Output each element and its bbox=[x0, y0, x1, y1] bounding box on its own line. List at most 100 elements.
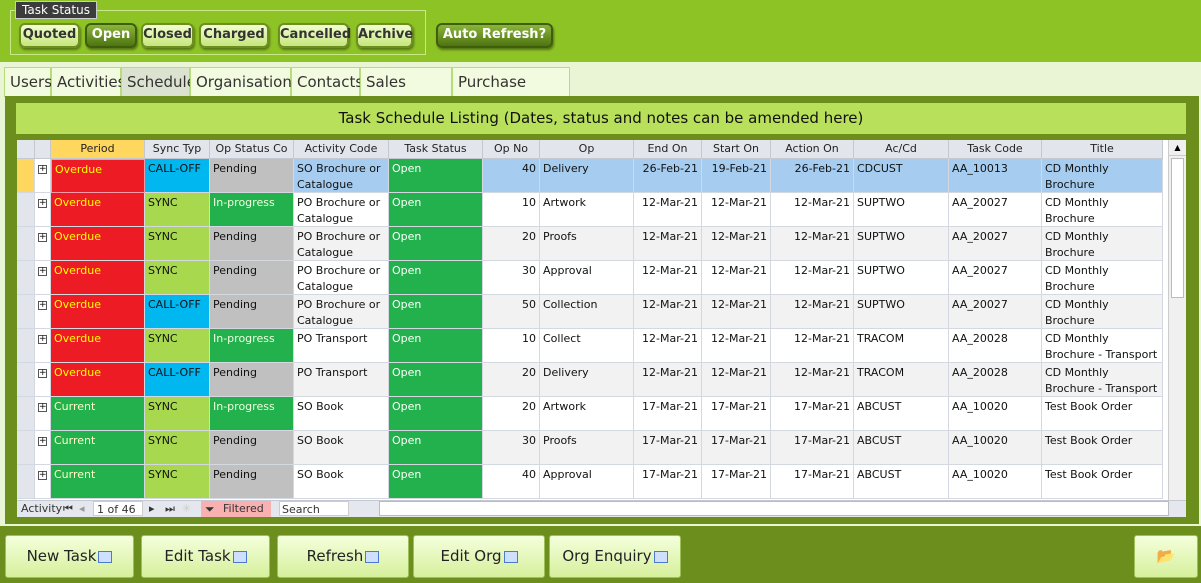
plus-icon[interactable]: + bbox=[38, 471, 47, 480]
cell-period[interactable]: Current bbox=[51, 397, 145, 431]
cell-op-status-co[interactable]: In-progress bbox=[210, 193, 294, 227]
next-record-icon[interactable]: ▸ bbox=[149, 501, 155, 517]
cell-action-on[interactable]: 12-Mar-21 bbox=[771, 227, 854, 261]
cell-op-status-co[interactable]: In-progress bbox=[210, 397, 294, 431]
select-all-corner[interactable] bbox=[17, 140, 35, 159]
column-header-title[interactable]: Title bbox=[1042, 140, 1163, 159]
new-task-button[interactable]: New Task bbox=[5, 535, 134, 578]
open-folder-button[interactable]: 📂 bbox=[1134, 535, 1198, 578]
scroll-thumb[interactable] bbox=[1171, 158, 1184, 298]
cell-period[interactable]: Overdue bbox=[51, 295, 145, 329]
cell-op-status-co[interactable]: Pending bbox=[210, 159, 294, 193]
row-selector[interactable] bbox=[17, 159, 35, 193]
cell-end-on[interactable]: 12-Mar-21 bbox=[634, 261, 702, 295]
cell-start-on[interactable]: 12-Mar-21 bbox=[702, 329, 771, 363]
edit-org-button[interactable]: Edit Org bbox=[413, 535, 545, 578]
expand-row[interactable]: + bbox=[35, 465, 51, 499]
plus-icon[interactable]: + bbox=[38, 267, 47, 276]
cell-period[interactable]: Overdue bbox=[51, 227, 145, 261]
cell-op-status-co[interactable]: Pending bbox=[210, 465, 294, 499]
column-header-activity-code[interactable]: Activity Code bbox=[294, 140, 389, 159]
cell-action-on[interactable]: 26-Feb-21 bbox=[771, 159, 854, 193]
expand-row[interactable]: + bbox=[35, 363, 51, 397]
column-header-op-no[interactable]: Op No bbox=[483, 140, 540, 159]
new-record-icon[interactable]: ✳ bbox=[182, 501, 191, 517]
cell-op-status-co[interactable]: Pending bbox=[210, 227, 294, 261]
column-header-sync-typ[interactable]: Sync Typ bbox=[145, 140, 210, 159]
cell-period[interactable]: Overdue bbox=[51, 193, 145, 227]
cell-start-on[interactable]: 12-Mar-21 bbox=[702, 227, 771, 261]
status-button-cancelled[interactable]: Cancelled bbox=[278, 23, 351, 48]
plus-icon[interactable]: + bbox=[38, 165, 47, 174]
cell-start-on[interactable]: 17-Mar-21 bbox=[702, 397, 771, 431]
cell-period[interactable]: Overdue bbox=[51, 329, 145, 363]
cell-op-status-co[interactable]: Pending bbox=[210, 363, 294, 397]
row-selector[interactable] bbox=[17, 193, 35, 227]
column-header-end-on[interactable]: End On bbox=[634, 140, 702, 159]
cell-start-on[interactable]: 17-Mar-21 bbox=[702, 465, 771, 499]
cell-end-on[interactable]: 17-Mar-21 bbox=[634, 431, 702, 465]
cell-start-on[interactable]: 17-Mar-21 bbox=[702, 431, 771, 465]
scroll-up-icon[interactable]: ▲ bbox=[1169, 140, 1186, 156]
cell-start-on[interactable]: 12-Mar-21 bbox=[702, 261, 771, 295]
plus-icon[interactable]: + bbox=[38, 233, 47, 242]
record-number-input[interactable]: 1 of 46 bbox=[93, 501, 143, 516]
cell-op-status-co[interactable]: In-progress bbox=[210, 329, 294, 363]
tab-activities[interactable]: Activities bbox=[51, 67, 125, 97]
cell-end-on[interactable]: 12-Mar-21 bbox=[634, 193, 702, 227]
org-enquiry-button[interactable]: Org Enquiry bbox=[549, 535, 681, 578]
cell-end-on[interactable]: 12-Mar-21 bbox=[634, 329, 702, 363]
auto-refresh-button[interactable]: Auto Refresh? bbox=[436, 23, 553, 48]
cell-op-status-co[interactable]: Pending bbox=[210, 295, 294, 329]
cell-period[interactable]: Overdue bbox=[51, 159, 145, 193]
cell-action-on[interactable]: 17-Mar-21 bbox=[771, 465, 854, 499]
tab-sales-orders[interactable]: Sales Orders bbox=[360, 67, 452, 119]
row-selector[interactable] bbox=[17, 227, 35, 261]
expand-row[interactable]: + bbox=[35, 159, 51, 193]
cell-period[interactable]: Overdue bbox=[51, 261, 145, 295]
row-selector[interactable] bbox=[17, 397, 35, 431]
cell-op-status-co[interactable]: Pending bbox=[210, 431, 294, 465]
status-button-open[interactable]: Open bbox=[85, 23, 137, 48]
row-selector[interactable] bbox=[17, 329, 35, 363]
row-selector[interactable] bbox=[17, 363, 35, 397]
plus-icon[interactable]: + bbox=[38, 369, 47, 378]
expand-row[interactable]: + bbox=[35, 193, 51, 227]
refresh-button[interactable]: Refresh bbox=[277, 535, 409, 578]
first-record-icon[interactable]: ⏮ bbox=[63, 501, 73, 517]
status-button-archive[interactable]: Archive bbox=[356, 23, 413, 48]
column-header-action-on[interactable]: Action On bbox=[771, 140, 854, 159]
expand-row[interactable]: + bbox=[35, 227, 51, 261]
tab-organisations[interactable]: Organisations bbox=[190, 67, 300, 97]
column-header-period[interactable]: Period bbox=[51, 140, 145, 159]
expand-row[interactable]: + bbox=[35, 295, 51, 329]
cell-action-on[interactable]: 12-Mar-21 bbox=[771, 193, 854, 227]
expand-row[interactable]: + bbox=[35, 261, 51, 295]
cell-end-on[interactable]: 17-Mar-21 bbox=[634, 397, 702, 431]
column-header-start-on[interactable]: Start On bbox=[702, 140, 771, 159]
cell-action-on[interactable]: 12-Mar-21 bbox=[771, 363, 854, 397]
column-header-task-code[interactable]: Task Code bbox=[949, 140, 1042, 159]
plus-icon[interactable]: + bbox=[38, 437, 47, 446]
cell-action-on[interactable]: 12-Mar-21 bbox=[771, 329, 854, 363]
row-selector[interactable] bbox=[17, 431, 35, 465]
cell-end-on[interactable]: 12-Mar-21 bbox=[634, 227, 702, 261]
status-button-closed[interactable]: Closed bbox=[141, 23, 194, 48]
status-button-quoted[interactable]: Quoted bbox=[19, 23, 80, 48]
cell-action-on[interactable]: 12-Mar-21 bbox=[771, 295, 854, 329]
cell-start-on[interactable]: 12-Mar-21 bbox=[702, 193, 771, 227]
edit-task-button[interactable]: Edit Task bbox=[141, 535, 270, 578]
cell-end-on[interactable]: 12-Mar-21 bbox=[634, 295, 702, 329]
expand-row[interactable]: + bbox=[35, 431, 51, 465]
cell-action-on[interactable]: 17-Mar-21 bbox=[771, 397, 854, 431]
cell-start-on[interactable]: 19-Feb-21 bbox=[702, 159, 771, 193]
status-button-charged[interactable]: Charged bbox=[199, 23, 269, 48]
column-header-ac-cd[interactable]: Ac/Cd bbox=[854, 140, 949, 159]
cell-period[interactable]: Overdue bbox=[51, 363, 145, 397]
column-header-task-status[interactable]: Task Status bbox=[389, 140, 483, 159]
cell-op-status-co[interactable]: Pending bbox=[210, 261, 294, 295]
search-input[interactable]: Search bbox=[279, 501, 349, 516]
cell-action-on[interactable]: 12-Mar-21 bbox=[771, 261, 854, 295]
plus-icon[interactable]: + bbox=[38, 335, 47, 344]
expand-row[interactable]: + bbox=[35, 329, 51, 363]
